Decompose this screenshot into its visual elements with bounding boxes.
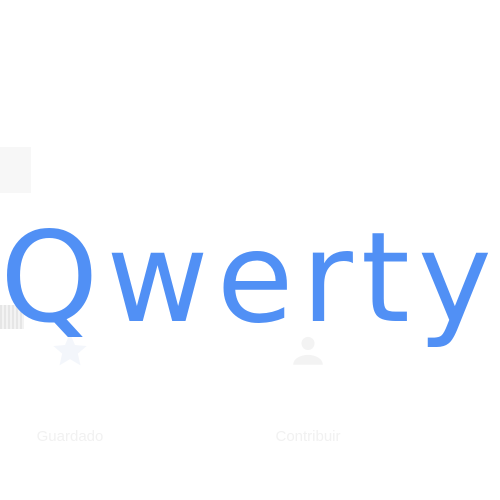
side-panel-handle[interactable] xyxy=(0,147,31,329)
nav-label-contribute: Contribuir xyxy=(275,428,341,445)
handwritten-qwerty-text: Qwerty xyxy=(0,206,500,351)
nav-label-saved: Guardado xyxy=(36,428,104,445)
